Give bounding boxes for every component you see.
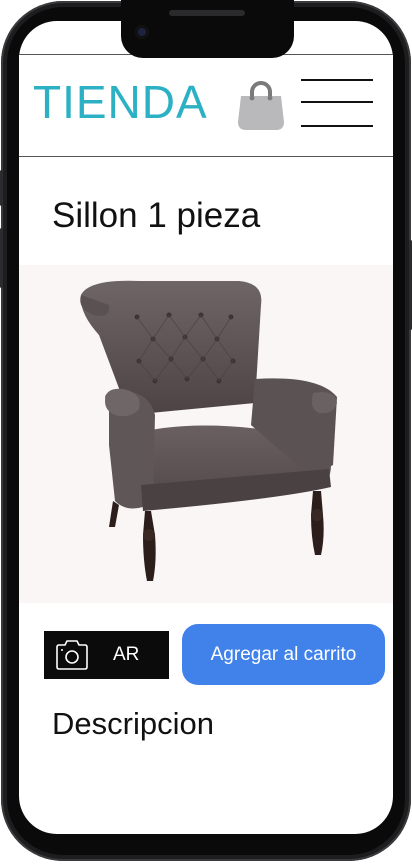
menu-line xyxy=(301,79,373,81)
camera-icon xyxy=(53,637,91,673)
add-to-cart-button[interactable]: Agregar al carrito xyxy=(182,624,385,685)
menu-line xyxy=(301,125,373,127)
shopping-bag-icon[interactable] xyxy=(235,78,287,134)
menu-line xyxy=(301,101,373,103)
hamburger-menu-icon[interactable] xyxy=(301,77,373,129)
description-title: Descripcion xyxy=(52,706,214,741)
ar-label: AR xyxy=(113,644,140,665)
product-title: Sillon 1 pieza xyxy=(52,196,261,235)
volume-button xyxy=(0,170,3,206)
front-camera xyxy=(135,25,149,39)
app-header: TIENDA xyxy=(19,54,393,157)
armchair-image xyxy=(19,265,393,603)
speaker xyxy=(169,10,245,16)
ar-button[interactable]: AR xyxy=(44,631,169,679)
volume-button xyxy=(0,228,3,288)
store-logo[interactable]: TIENDA xyxy=(33,75,208,129)
